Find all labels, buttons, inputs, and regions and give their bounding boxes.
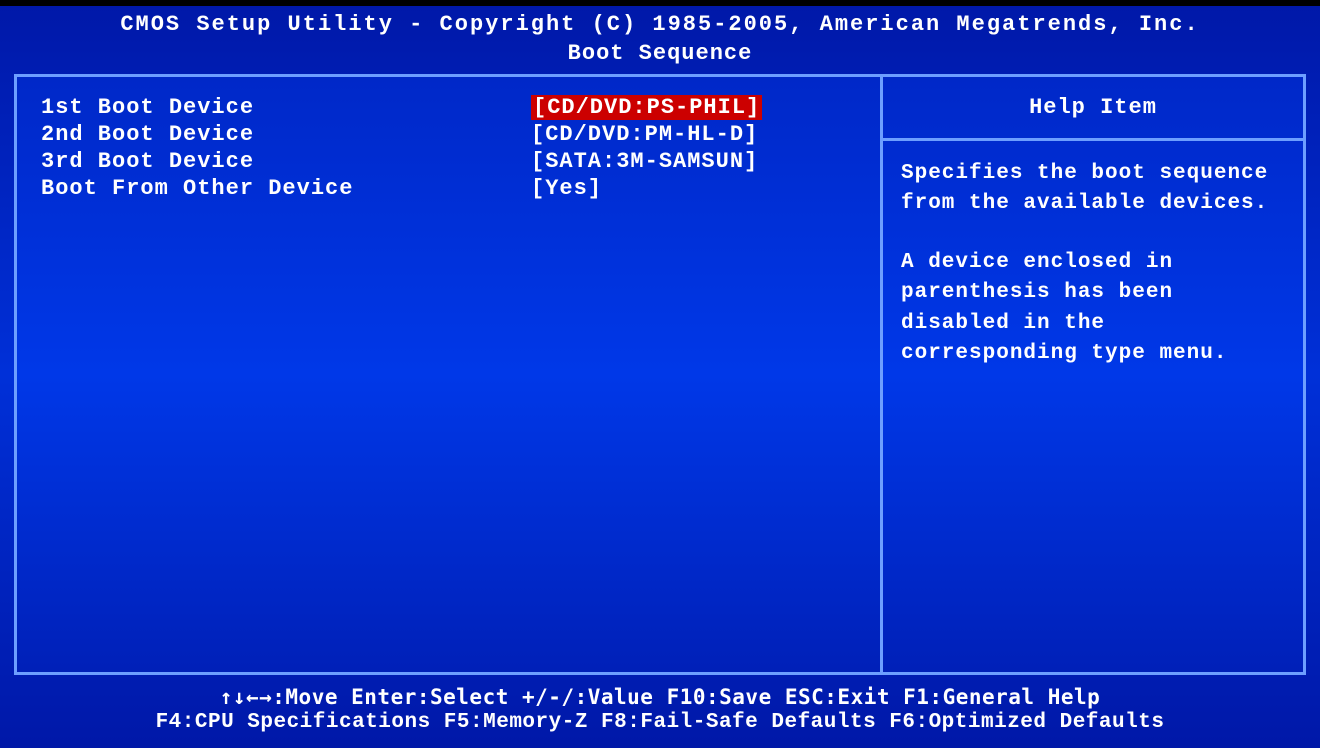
footer-keys-line-2: F4:CPU Specifications F5:Memory-Z F8:Fai… — [0, 711, 1320, 734]
boot-device-1-label: 1st Boot Device — [41, 95, 531, 120]
page-title-text: Boot Sequence — [568, 41, 753, 66]
boot-device-1-value: [CD/DVD:PS-PHIL] — [531, 95, 856, 120]
help-para-2: A device enclosed in parenthesis has bee… — [901, 248, 1285, 370]
page-title: Boot Sequence — [0, 39, 1320, 74]
bios-header: CMOS Setup Utility - Copyright (C) 1985-… — [0, 6, 1320, 39]
help-panel: Help Item Specifies the boot sequence fr… — [883, 77, 1303, 672]
help-para-1: Specifies the boot sequence from the ava… — [901, 159, 1285, 220]
help-body: Specifies the boot sequence from the ava… — [883, 141, 1303, 416]
boot-other-label: Boot From Other Device — [41, 176, 531, 201]
boot-device-1-row[interactable]: 1st Boot Device [CD/DVD:PS-PHIL] — [41, 95, 856, 120]
footer: ↑↓←→:Move Enter:Select +/-/:Value F10:Sa… — [0, 675, 1320, 748]
boot-device-3-row[interactable]: 3rd Boot Device [SATA:3M-SAMSUN] — [41, 149, 856, 174]
boot-other-row[interactable]: Boot From Other Device [Yes] — [41, 176, 856, 201]
boot-device-3-value[interactable]: [SATA:3M-SAMSUN] — [531, 149, 856, 174]
help-title: Help Item — [1029, 95, 1157, 120]
selected-highlight[interactable]: [CD/DVD:PS-PHIL] — [531, 95, 762, 120]
boot-device-2-value[interactable]: [CD/DVD:PM-HL-D] — [531, 122, 856, 147]
options-panel: 1st Boot Device [CD/DVD:PS-PHIL] 2nd Boo… — [17, 77, 883, 672]
boot-device-3-label: 3rd Boot Device — [41, 149, 531, 174]
boot-other-value[interactable]: [Yes] — [531, 176, 856, 201]
copyright-text: CMOS Setup Utility - Copyright (C) 1985-… — [120, 12, 1199, 37]
main-area: 1st Boot Device [CD/DVD:PS-PHIL] 2nd Boo… — [14, 74, 1306, 675]
bios-screen: CMOS Setup Utility - Copyright (C) 1985-… — [0, 0, 1320, 748]
footer-keys-line-1: ↑↓←→:Move Enter:Select +/-/:Value F10:Sa… — [0, 685, 1320, 709]
boot-device-2-row[interactable]: 2nd Boot Device [CD/DVD:PM-HL-D] — [41, 122, 856, 147]
help-header: Help Item — [883, 77, 1303, 141]
boot-device-2-label: 2nd Boot Device — [41, 122, 531, 147]
